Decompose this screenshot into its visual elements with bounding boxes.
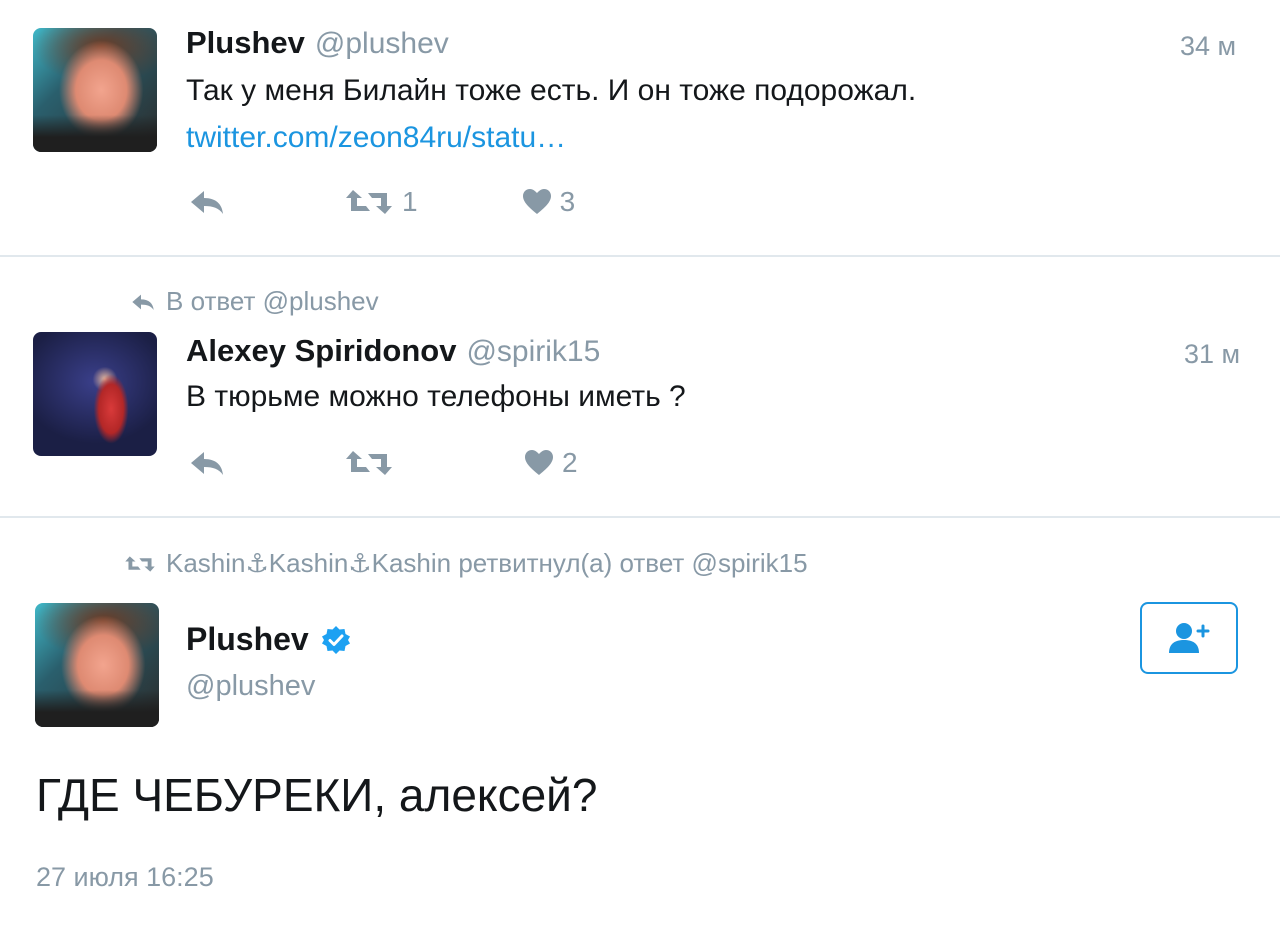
divider <box>0 516 1280 518</box>
like-count: 3 <box>559 186 576 217</box>
tweet-text: Так у меня Билайн тоже есть. И он тоже п… <box>186 74 917 107</box>
retweet-count: 1 <box>402 186 418 217</box>
avatar[interactable] <box>33 332 157 456</box>
reply-button[interactable] <box>188 187 226 217</box>
user-name[interactable]: Plushev <box>186 25 305 60</box>
reply-context-text: В ответ @plushev <box>166 286 379 316</box>
verified-badge-icon <box>321 625 351 655</box>
user-name[interactable]: Plushev <box>186 621 309 658</box>
user-handle[interactable]: @plushev <box>186 670 315 703</box>
like-button[interactable]: 2 <box>524 447 578 479</box>
user-handle[interactable]: @plushev <box>315 27 449 60</box>
tweet-time[interactable]: 34 м <box>1180 31 1236 62</box>
retweet-button[interactable] <box>344 448 394 478</box>
retweet-button[interactable]: 1 <box>344 186 418 218</box>
follow-button[interactable] <box>1140 602 1238 674</box>
retweet-context-text: Kashin⚓Kashin⚓Kashin ретвитнул(а) ответ … <box>166 548 808 578</box>
retweet-icon <box>344 187 394 217</box>
user-handle[interactable]: @spirik15 <box>466 335 600 368</box>
main-tweet-text: ГДЕ ЧЕБУРЕКИ, алексей? <box>36 769 598 821</box>
tweet-text: В тюрьме можно телефоны иметь ? <box>186 380 686 413</box>
tweet-actions: 1 3 <box>188 186 575 218</box>
tweet-date[interactable]: 27 июля 16:25 <box>36 862 214 893</box>
heart-icon <box>522 188 552 216</box>
avatar[interactable] <box>35 603 159 727</box>
retweet-icon <box>124 554 156 574</box>
follow-user-icon <box>1167 621 1211 655</box>
retweet-context[interactable]: Kashin⚓Kashin⚓Kashin ретвитнул(а) ответ … <box>124 548 808 579</box>
like-button[interactable]: 3 <box>522 186 576 218</box>
tweet-header: Plushev @plushev <box>186 25 449 61</box>
tweet-link[interactable]: twitter.com/zeon84ru/statu… <box>186 121 566 155</box>
heart-icon <box>524 449 554 477</box>
retweet-icon <box>344 448 394 478</box>
reply-context[interactable]: В ответ @plushev <box>130 286 379 317</box>
tweet-time[interactable]: 31 м <box>1184 339 1240 370</box>
avatar[interactable] <box>33 28 157 152</box>
user-name-row: Plushev <box>186 621 351 658</box>
tweet-actions: 2 <box>188 447 578 479</box>
tweet-header: Alexey Spiridonov @spirik15 <box>186 333 600 369</box>
reply-icon <box>188 448 226 478</box>
like-count: 2 <box>562 447 578 478</box>
reply-icon <box>188 187 226 217</box>
divider <box>0 255 1280 257</box>
user-name[interactable]: Alexey Spiridonov <box>186 333 456 368</box>
reply-button[interactable] <box>188 448 226 478</box>
reply-icon <box>130 292 156 312</box>
